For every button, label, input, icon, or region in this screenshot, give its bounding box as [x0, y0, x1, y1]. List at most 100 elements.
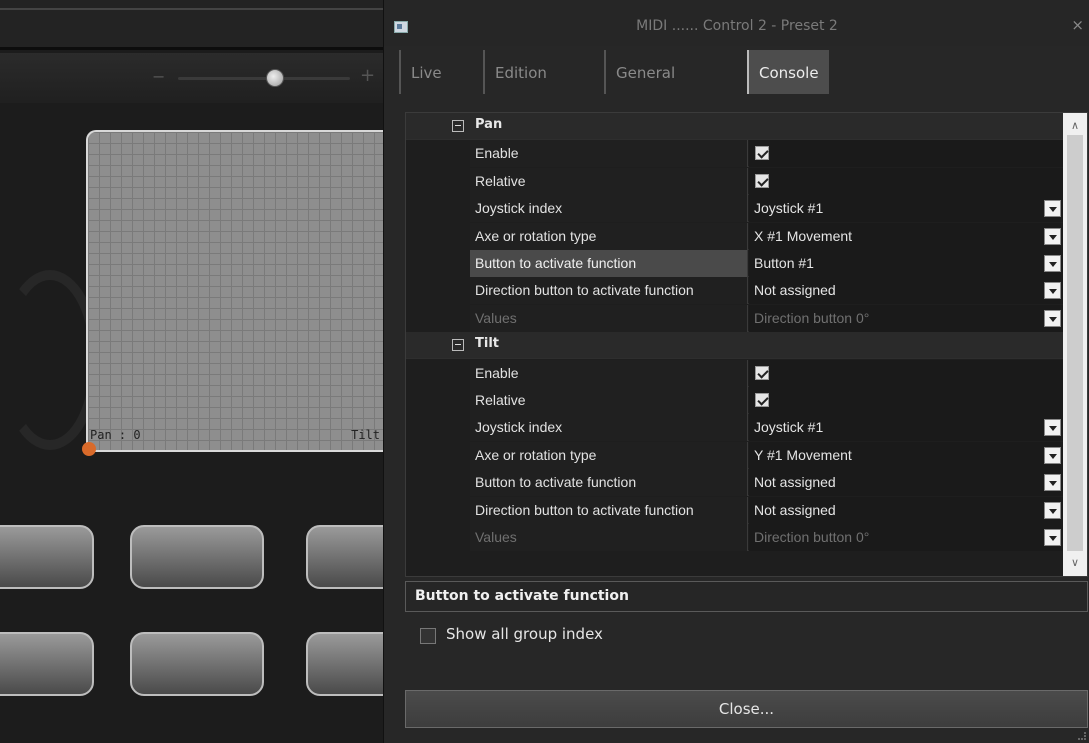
tab-console-setup[interactable]: Console setup [747, 50, 829, 128]
property-name[interactable]: Direction button to activate function [470, 496, 748, 524]
property-name[interactable]: Button to activate function [470, 250, 748, 277]
tab-general[interactable]: General (1) [604, 50, 685, 128]
grid-scrollbar[interactable]: ∧ ∨ [1063, 113, 1087, 576]
property-row[interactable]: Direction button to activate function Not… [406, 277, 1063, 305]
show-all-label: Show all group index [446, 625, 603, 643]
property-value-text: X #1 Movement [754, 227, 853, 244]
property-value[interactable] [749, 167, 1063, 195]
xy-cursor-dot[interactable] [82, 442, 96, 456]
property-name[interactable]: Axe or rotation type [470, 222, 748, 250]
property-name[interactable]: Button to activate function [470, 469, 748, 497]
property-grid[interactable]: Pan Enable Relative Joystick index Joystick … [405, 112, 1088, 577]
tab-edition[interactable]: Edition (0) [483, 50, 557, 128]
pan-tilt-xy-pad[interactable]: Pan : 0 Tilt [82, 130, 396, 456]
row-indent [406, 359, 470, 387]
row-indent [406, 250, 470, 277]
property-row[interactable]: Values Direction button 0° [406, 304, 1063, 332]
tab-live[interactable]: Live (0) [399, 50, 452, 128]
checkbox-checked-icon[interactable] [755, 365, 769, 380]
row-indent [406, 469, 470, 497]
dropdown-arrow-icon[interactable] [1044, 200, 1061, 218]
dropdown-arrow-icon[interactable] [1044, 446, 1061, 464]
property-row[interactable]: Direction button to activate function Not… [406, 496, 1063, 524]
property-value[interactable]: Joystick #1 [749, 195, 1063, 223]
tilt-value-label: Tilt [351, 428, 380, 442]
category-pan[interactable]: Pan [406, 113, 1063, 140]
dropdown-arrow-icon[interactable] [1044, 419, 1061, 437]
close-button[interactable]: Close... [405, 690, 1088, 728]
dropdown-arrow-icon[interactable] [1044, 227, 1061, 245]
checkbox-checked-icon[interactable] [755, 173, 769, 188]
zoom-in-icon[interactable]: + [360, 65, 375, 86]
pad-button[interactable] [130, 525, 264, 589]
pad-button[interactable] [0, 632, 94, 696]
row-indent [406, 277, 470, 305]
property-name[interactable]: Values [470, 304, 748, 332]
pad-button[interactable] [0, 525, 94, 589]
dropdown-arrow-icon[interactable] [1044, 474, 1061, 492]
collapse-toggle-icon[interactable] [452, 339, 464, 352]
property-row[interactable]: Values Direction button 0° [406, 524, 1063, 551]
property-row[interactable]: Relative [406, 387, 1063, 414]
pad-button[interactable] [130, 632, 264, 696]
title-bar[interactable]: MIDI ...... Control 2 - Preset 2 × [384, 0, 1089, 46]
property-value[interactable]: Not assigned [749, 496, 1063, 524]
scroll-down-icon[interactable]: ∨ [1063, 554, 1087, 576]
property-value-text: Direction button 0° [754, 309, 870, 326]
zoom-slider-track[interactable] [178, 77, 350, 80]
zoom-out-icon[interactable]: − [152, 67, 165, 86]
dropdown-arrow-icon[interactable] [1044, 282, 1061, 300]
collapse-toggle-icon[interactable] [452, 120, 464, 132]
dropdown-arrow-icon[interactable] [1044, 309, 1061, 327]
property-value[interactable]: Button #1 [749, 250, 1063, 277]
property-name[interactable]: Relative [470, 387, 748, 414]
close-icon[interactable]: × [1071, 16, 1084, 34]
property-value[interactable]: Direction button 0° [749, 304, 1063, 332]
property-row[interactable]: Relative [406, 167, 1063, 195]
property-row[interactable]: Button to activate function Not assigned [406, 469, 1063, 497]
property-value[interactable] [749, 359, 1063, 387]
property-row[interactable]: Joystick index Joystick #1 [406, 195, 1063, 223]
zoom-slider-knob[interactable] [266, 69, 284, 87]
property-row[interactable]: Enable [406, 140, 1063, 168]
property-value[interactable]: Joystick #1 [749, 414, 1063, 442]
property-grid-rows: Pan Enable Relative Joystick index Joystick … [406, 113, 1063, 576]
show-all-checkbox[interactable] [420, 628, 436, 644]
property-value[interactable]: Not assigned [749, 469, 1063, 497]
property-value[interactable]: X #1 Movement [749, 222, 1063, 250]
property-name[interactable]: Direction button to activate function [470, 277, 748, 305]
row-indent [406, 195, 470, 223]
dropdown-arrow-icon[interactable] [1044, 255, 1061, 272]
category-tilt[interactable]: Tilt [406, 332, 1063, 360]
checkbox-checked-icon[interactable] [755, 146, 769, 161]
window-title: MIDI ...... Control 2 - Preset 2 [636, 18, 838, 34]
property-name[interactable]: Values [470, 524, 748, 551]
dropdown-arrow-icon[interactable] [1044, 501, 1061, 519]
property-name[interactable]: Enable [470, 140, 748, 168]
property-value[interactable] [749, 140, 1063, 168]
resize-grip-icon[interactable] [1078, 732, 1086, 740]
property-value[interactable]: Y #1 Movement [749, 441, 1063, 469]
scroll-up-icon[interactable]: ∧ [1063, 113, 1087, 135]
pan-value-label: Pan : 0 [90, 428, 141, 442]
property-name[interactable]: Relative [470, 167, 748, 195]
property-row[interactable]: Joystick index Joystick #1 [406, 414, 1063, 442]
property-name[interactable]: Axe or rotation type [470, 441, 748, 469]
property-value[interactable] [749, 387, 1063, 414]
dropdown-arrow-icon[interactable] [1044, 529, 1061, 546]
property-name[interactable]: Enable [470, 359, 748, 387]
background-app: − + Pan : 0 Tilt [0, 0, 400, 743]
property-description: Button to activate function [405, 581, 1088, 612]
property-row[interactable]: Axe or rotation type Y #1 Movement [406, 441, 1063, 469]
property-row[interactable]: Button to activate function Button #1 [406, 250, 1063, 277]
checkbox-checked-icon[interactable] [755, 393, 769, 407]
scroll-thumb[interactable] [1067, 135, 1083, 551]
property-row[interactable]: Enable [406, 359, 1063, 387]
property-value[interactable]: Direction button 0° [749, 524, 1063, 551]
property-value-text: Y #1 Movement [754, 446, 852, 463]
property-name[interactable]: Joystick index [470, 195, 748, 223]
property-value[interactable]: Not assigned [749, 277, 1063, 305]
property-name[interactable]: Joystick index [470, 414, 748, 442]
property-value-text: Not assigned [754, 282, 836, 299]
property-row[interactable]: Axe or rotation type X #1 Movement [406, 222, 1063, 250]
